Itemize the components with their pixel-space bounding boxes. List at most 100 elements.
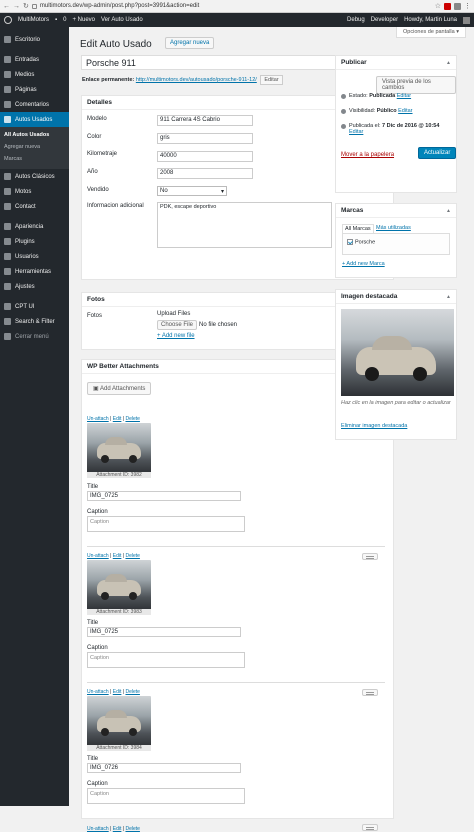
developer-menu[interactable]: Developer [371, 17, 398, 23]
box-header[interactable]: Publicar ▲ [336, 56, 456, 70]
sidebar-item-comentarios[interactable]: Comentarios [0, 97, 69, 112]
unattach-link[interactable]: Un-attach [87, 689, 109, 695]
add-new-marca-link[interactable]: + Add new Marca [342, 261, 385, 267]
move-to-trash-link[interactable]: Mover a la papelera [341, 152, 394, 158]
new-menu[interactable]: + Nuevo [73, 17, 96, 23]
sidebar-item-plugins[interactable]: Plugins [0, 234, 69, 249]
back-icon[interactable]: ← [3, 3, 10, 10]
sidebar-item-search-filter[interactable]: Search & Filter [0, 314, 69, 329]
choose-file-button[interactable]: Choose File [157, 320, 198, 330]
attachment-caption-textarea[interactable]: Caption [87, 652, 245, 668]
collapse-menu[interactable]: Cerrar menú [0, 329, 69, 344]
attachment-title-input[interactable]: IMG_0725 [87, 491, 241, 501]
remove-featured-image-link[interactable]: Eliminar imagen destacada [341, 423, 407, 429]
toggle-arrow-icon[interactable]: ▲ [446, 60, 451, 66]
box-header[interactable]: Imagen destacada ▲ [336, 290, 456, 304]
submenu-add-new[interactable]: Agregar nueva [0, 141, 69, 153]
avatar[interactable] [463, 16, 470, 24]
drag-handle-icon[interactable] [362, 553, 378, 560]
sidebar-item-usuarios[interactable]: Usuarios [0, 249, 69, 264]
edit-permalink-button[interactable]: Editar [260, 75, 283, 85]
edit-status-link[interactable]: Editar [397, 93, 411, 99]
attachment-thumbnail[interactable] [87, 560, 151, 610]
extension-icon[interactable] [454, 2, 461, 10]
sidebar-item-herramientas[interactable]: Herramientas [0, 264, 69, 279]
attachment-caption-textarea[interactable]: Caption [87, 516, 245, 532]
wordpress-logo-icon[interactable] [4, 16, 12, 24]
dashboard-icon [4, 36, 11, 43]
drag-handle-icon[interactable] [362, 824, 378, 831]
unattach-link[interactable]: Un-attach [87, 826, 109, 832]
attachment-thumbnail[interactable] [87, 696, 151, 746]
delete-link[interactable]: Delete [125, 689, 139, 695]
featured-image[interactable] [341, 309, 454, 396]
sidebar-item-apariencia[interactable]: Apariencia [0, 219, 69, 234]
browser-menu-icon[interactable]: ⋮ [464, 2, 471, 10]
vendido-select[interactable]: No ▾ [157, 186, 227, 196]
box-header[interactable]: Marcas ▲ [336, 204, 456, 218]
kilometraje-input[interactable]: 40000 [157, 151, 253, 162]
page-info-icon[interactable] [31, 3, 37, 9]
upload-label: Upload Files [157, 311, 191, 317]
comments-count[interactable]: 0 [63, 17, 66, 23]
site-name[interactable]: MultiMotors [18, 17, 49, 23]
sidebar-item-escritorio[interactable]: Escritorio [0, 32, 69, 47]
attachment-caption-textarea[interactable]: Caption [87, 788, 245, 804]
star-icon[interactable]: ☆ [435, 2, 441, 10]
attachment-links: Un-attach | Edit | Delete [87, 553, 140, 559]
debug-menu[interactable]: Debug [347, 17, 365, 23]
attachment-title-input[interactable]: IMG_0725 [87, 627, 241, 637]
preview-changes-button[interactable]: Vista previa de los cambios [376, 76, 456, 94]
account-menu[interactable]: Howdy, Martin Luna [404, 17, 457, 23]
edit-visibility-link[interactable]: Editar [398, 108, 412, 114]
edit-link[interactable]: Edit [113, 689, 122, 695]
sidebar-item-paginas[interactable]: Páginas [0, 82, 69, 97]
sidebar-item-autos-clasicos[interactable]: Autos Clásicos [0, 169, 69, 184]
unattach-link[interactable]: Un-attach [87, 416, 109, 422]
modelo-input[interactable]: 911 Carrera 4S Cabrio [157, 115, 253, 126]
extension-icon[interactable] [444, 2, 451, 10]
reload-icon[interactable]: ↻ [23, 2, 29, 10]
edit-date-link[interactable]: Editar [349, 129, 363, 135]
color-input[interactable]: gris [157, 133, 253, 144]
ano-input[interactable]: 2008 [157, 168, 253, 179]
delete-link[interactable]: Delete [125, 416, 139, 422]
toggle-arrow-icon[interactable]: ▲ [446, 294, 451, 300]
sidebar-item-autos-usados[interactable]: Autos Usados [0, 112, 69, 127]
address-bar[interactable]: multimotors.dev/wp-admin/post.php?post=3… [40, 3, 432, 9]
delete-link[interactable]: Delete [125, 826, 139, 832]
sidebar-item-contact[interactable]: Contact [0, 199, 69, 214]
sidebar-item-cpt-ui[interactable]: CPT UI [0, 299, 69, 314]
permalink-url[interactable]: http://multimotors.dev/autousado/porsche… [136, 77, 257, 83]
add-attachments-button[interactable]: ▣ Add Attachments [87, 382, 152, 395]
drag-handle-icon[interactable] [362, 689, 378, 696]
view-post-link[interactable]: Ver Auto Usado [101, 17, 143, 23]
unattach-link[interactable]: Un-attach [87, 553, 109, 559]
delete-link[interactable]: Delete [125, 553, 139, 559]
sidebar-item-entradas[interactable]: Entradas [0, 52, 69, 67]
forward-icon[interactable]: → [13, 3, 20, 10]
edit-link[interactable]: Edit [113, 553, 122, 559]
tab-mas-utilizadas[interactable]: Más utilizadas [376, 225, 411, 231]
update-button[interactable]: Actualizar [418, 147, 457, 159]
divider [87, 546, 385, 547]
add-new-button[interactable]: Agregar nueva [165, 37, 215, 49]
attachment-thumbnail[interactable] [87, 423, 151, 473]
informacion-textarea[interactable]: PDK, escape deportivo [157, 202, 332, 248]
submenu-all[interactable]: All Autos Usados [0, 129, 69, 141]
title-label: Title [87, 756, 99, 762]
attachment-title-input[interactable]: IMG_0726 [87, 763, 241, 773]
submenu-marcas[interactable]: Marcas [0, 153, 69, 165]
add-new-file-link[interactable]: + Add new file [157, 333, 195, 339]
sidebar-item-motos[interactable]: Motos [0, 184, 69, 199]
edit-link[interactable]: Edit [113, 416, 122, 422]
sidebar-item-medios[interactable]: Medios [0, 67, 69, 82]
brush-icon [4, 223, 11, 230]
toggle-arrow-icon[interactable]: ▲ [446, 208, 451, 214]
porsche-checkbox[interactable] [347, 239, 353, 245]
sidebar-item-ajustes[interactable]: Ajustes [0, 279, 69, 294]
comments-icon[interactable]: ▪ [55, 17, 57, 23]
screen-options-button[interactable]: Opciones de pantalla ▾ [396, 27, 466, 38]
edit-link[interactable]: Edit [113, 826, 122, 832]
tab-all-marcas[interactable]: All Marcas [342, 224, 374, 233]
